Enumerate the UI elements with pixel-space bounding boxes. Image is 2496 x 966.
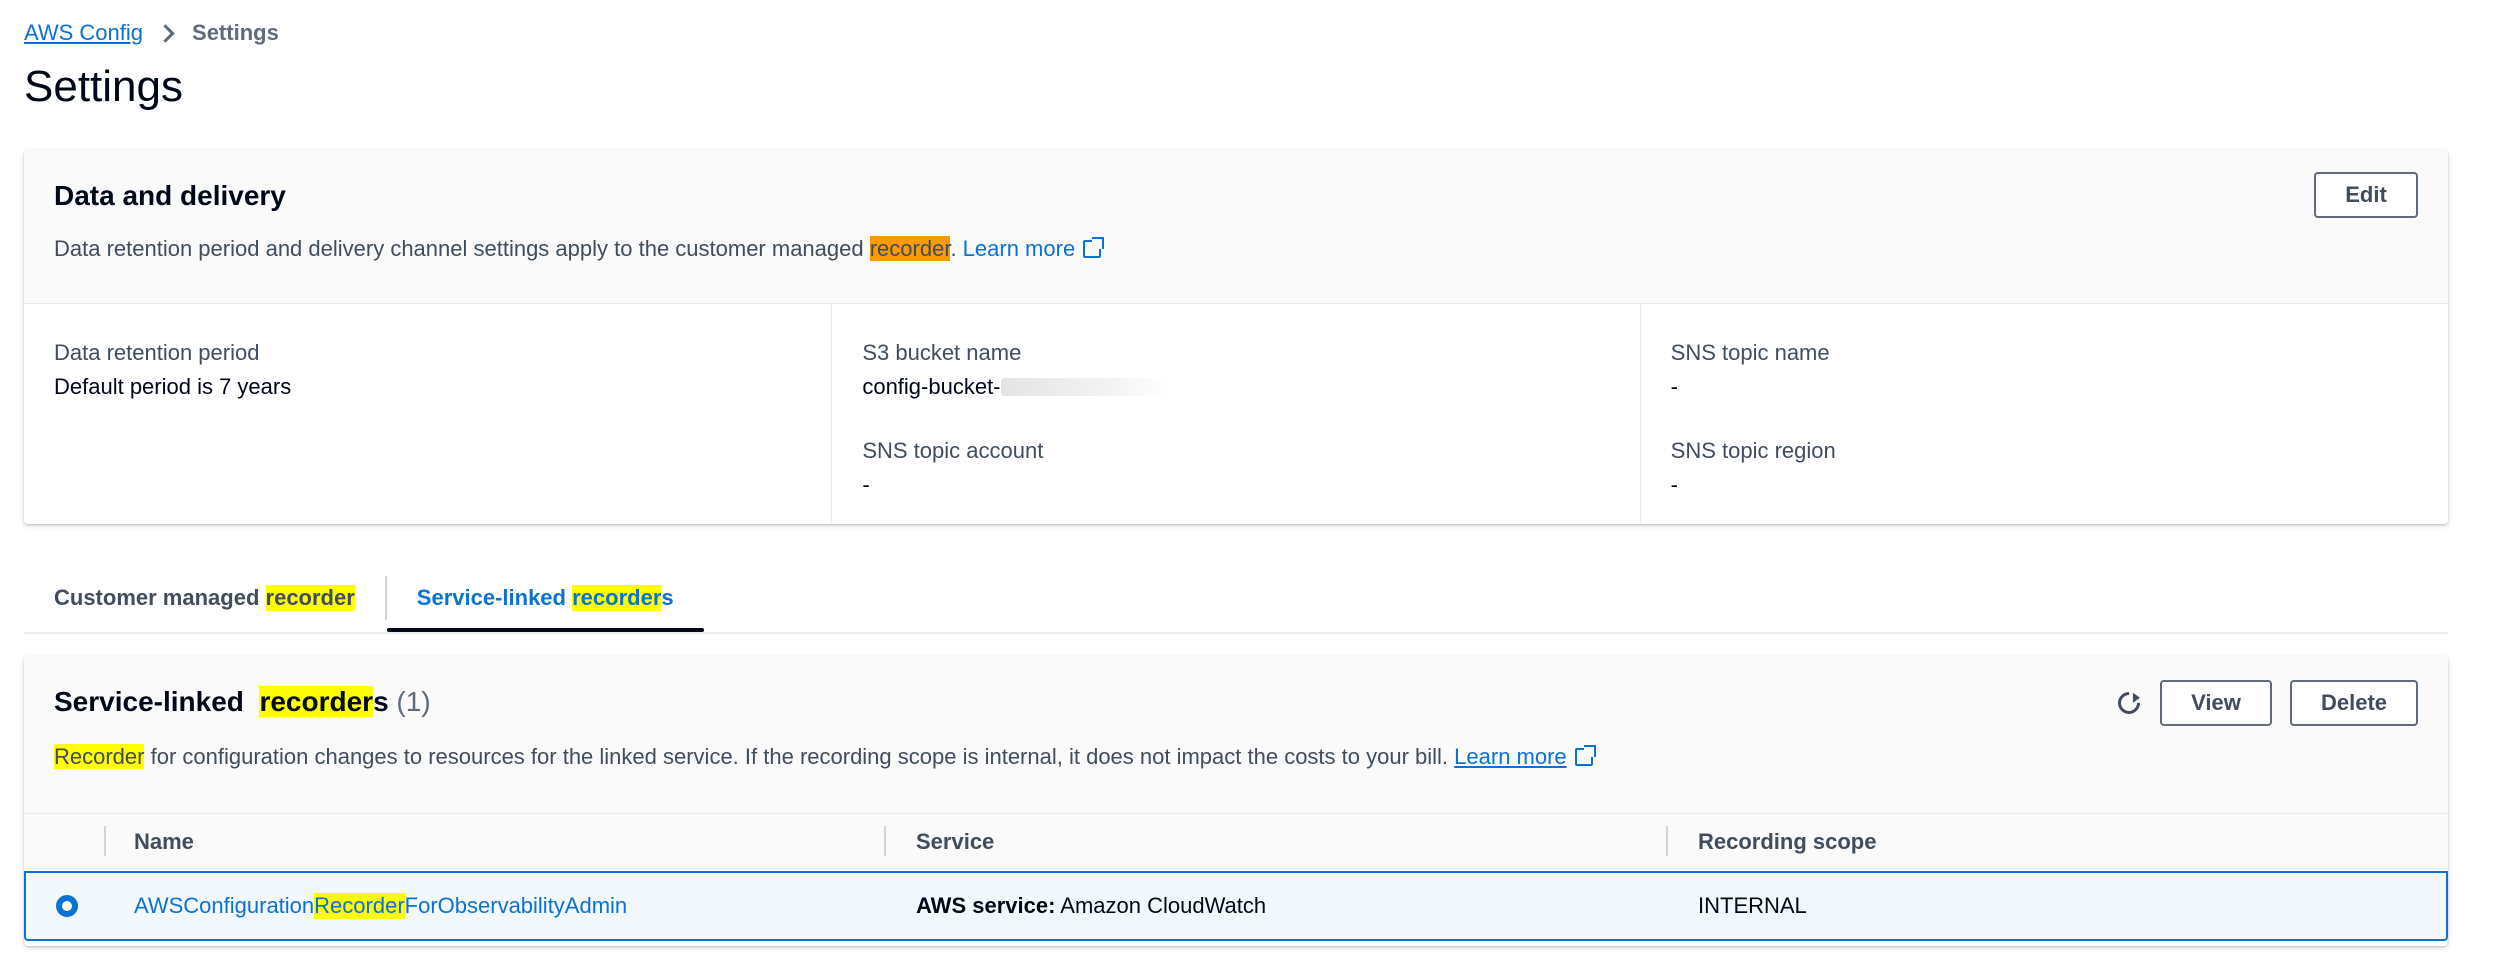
data-delivery-title: Data and delivery — [54, 180, 286, 211]
tab-label-highlight: recorder — [265, 585, 355, 611]
page: AWS Config Settings Settings Data and de… — [0, 0, 2496, 966]
chevron-right-icon — [156, 23, 175, 43]
redacted-text — [1000, 378, 1171, 396]
highlighted-term: recorder — [869, 236, 951, 261]
name-highlight: Recorder — [314, 893, 405, 919]
service-linked-recorders-panel: Service-linked recorders (1) View Delete… — [24, 656, 2448, 946]
sns-account-value: - — [862, 472, 870, 497]
recorder-count: (1) — [396, 686, 431, 717]
service-value: Amazon CloudWatch — [1055, 893, 1267, 918]
column-header-name[interactable]: Name — [134, 814, 194, 870]
tab-label: Service-linked — [416, 585, 566, 610]
recording-scope-cell: INTERNAL — [1698, 893, 1807, 918]
learn-more-label: Learn more — [962, 236, 1076, 261]
tab-customer-managed-recorder[interactable]: Customer managed recorder — [24, 566, 385, 630]
column-divider — [884, 826, 886, 856]
delete-button[interactable]: Delete — [2290, 680, 2418, 726]
retention-label: Data retention period — [54, 340, 260, 365]
recorder-tabs: Customer managed recorder Service-linked… — [24, 566, 2448, 634]
s3-bucket-text: config-bucket- — [862, 374, 1001, 399]
sns-region-value: - — [1670, 472, 1678, 497]
data-delivery-description: Data retention period and delivery chann… — [54, 236, 1105, 262]
column-header-service[interactable]: Service — [916, 814, 994, 870]
service-linked-description: Recorder for configuration changes to re… — [54, 744, 1596, 770]
column-divider — [104, 826, 106, 856]
column-header-recording-scope[interactable]: Recording scope — [1698, 814, 1876, 870]
column-divider — [1666, 826, 1668, 856]
data-delivery-details: Data retention period Default period is … — [24, 304, 2448, 524]
retention-value: Default period is 7 years — [54, 374, 292, 399]
tab-label: Customer managed — [54, 585, 260, 610]
sns-column: SNS topic name - SNS topic region - — [1639, 304, 2448, 524]
learn-more-link[interactable]: Learn more — [1454, 744, 1596, 769]
learn-more-label: Learn more — [1454, 744, 1567, 769]
service-label: AWS service: — [916, 893, 1056, 918]
title-text: Service-linked — [54, 686, 252, 717]
data-delivery-header: Data and delivery Data retention period … — [24, 150, 2448, 304]
s3-column: S3 bucket name config-bucket- SNS topic … — [831, 304, 1639, 524]
table-header: Name Service Recording scope — [24, 813, 2448, 869]
name-suffix: ForObservabilityAdmin — [404, 893, 628, 918]
description-highlight: Recorder — [54, 744, 145, 769]
external-link-icon — [1574, 745, 1596, 766]
view-button[interactable]: View — [2160, 680, 2272, 726]
row-select-radio[interactable] — [56, 895, 78, 917]
description-text: Data retention period and delivery chann… — [54, 236, 870, 261]
breadcrumb: AWS Config Settings — [24, 20, 279, 46]
learn-more-link[interactable]: Learn more — [962, 236, 1105, 261]
sns-name-value: - — [1670, 374, 1678, 399]
page-title: Settings — [24, 62, 183, 111]
description-text: for configuration changes to resources f… — [144, 744, 1455, 769]
s3-bucket-label: S3 bucket name — [862, 340, 1022, 365]
service-linked-title: Service-linked recorders (1) — [54, 686, 431, 718]
service-linked-header: Service-linked recorders (1) View Delete… — [24, 656, 2448, 813]
s3-bucket-value: config-bucket- — [862, 374, 1609, 400]
tab-service-linked-recorders[interactable]: Service-linked recorder s — [386, 566, 704, 632]
data-delivery-panel: Data and delivery Data retention period … — [24, 150, 2448, 524]
external-link-icon — [1083, 237, 1105, 258]
edit-button[interactable]: Edit — [2314, 172, 2418, 218]
recorder-name-link[interactable]: AWSConfiguration Recorder ForObservability… — [134, 873, 627, 939]
retention-column: Data retention period Default period is … — [24, 304, 831, 524]
title-suffix: s — [373, 686, 389, 717]
table-row[interactable]: AWSConfiguration Recorder ForObservability… — [24, 871, 2448, 941]
sns-name-label: SNS topic name — [1670, 340, 1830, 365]
sns-region-label: SNS topic region — [1670, 438, 1836, 463]
name-text: AWSConfiguration — [134, 893, 315, 918]
sns-account-label: SNS topic account — [862, 438, 1044, 463]
refresh-icon[interactable] — [2113, 687, 2145, 719]
description-text-end: . — [950, 236, 963, 261]
tab-label-highlight: recorder — [572, 585, 662, 611]
breadcrumb-current: Settings — [192, 20, 279, 45]
breadcrumb-aws-config-link[interactable]: AWS Config — [24, 20, 143, 46]
tab-label-suffix: s — [661, 585, 674, 610]
service-cell: AWS service: Amazon CloudWatch — [916, 873, 1266, 939]
title-highlight: recorder — [259, 686, 374, 717]
